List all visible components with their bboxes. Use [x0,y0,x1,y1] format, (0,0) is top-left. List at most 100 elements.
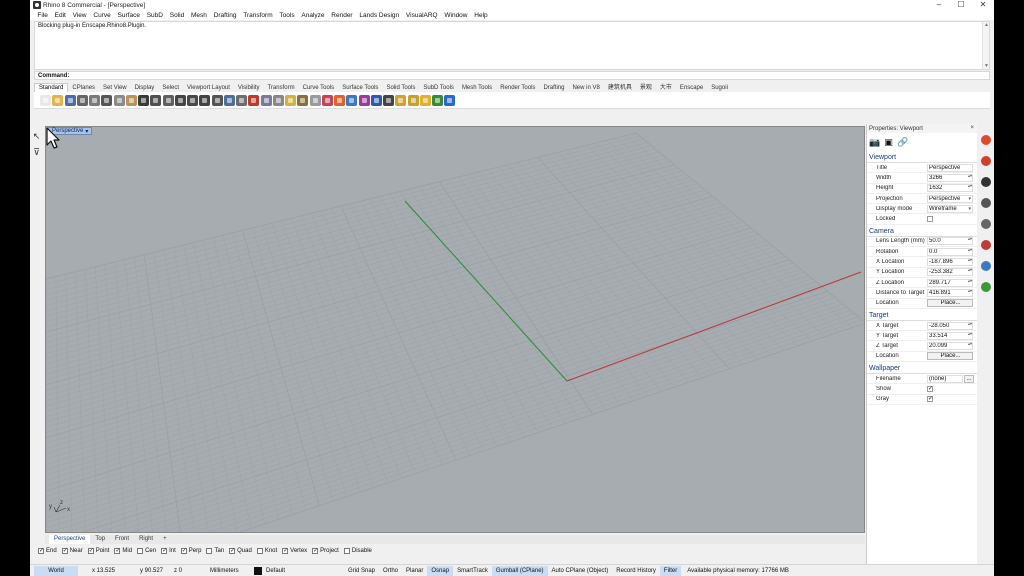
prop-value-rotation[interactable]: 0.0 [927,247,973,256]
place-button[interactable]: Place... [927,352,973,361]
units-label[interactable]: Millimeters [210,568,254,574]
frame-icon[interactable]: ▣ [883,137,894,148]
toolbar-tab-display[interactable]: Display [131,84,159,92]
filter-icon[interactable]: ⊽ [32,146,41,158]
globe-icon[interactable] [370,94,382,106]
close-window-button[interactable]: ✕ [972,0,994,10]
toolbar-tab-solid-tools[interactable]: Solid Tools [382,84,419,92]
toggle-gumball-cplane[interactable]: Gumball (CPlane) [491,565,548,576]
menu-solid[interactable]: Solid [166,12,187,19]
libraries-panel-icon[interactable] [981,219,991,229]
toggle-record-history[interactable]: Record History [612,566,660,576]
toggle-planar[interactable]: Planar [402,566,427,576]
cut-icon[interactable] [101,94,113,106]
prop-value-projection[interactable]: Perspective [927,194,973,203]
rotate-view-icon[interactable] [162,94,174,106]
osnap-near[interactable]: ✓ Near [61,548,83,554]
osnap-checkbox[interactable] [343,548,350,554]
set-cplane-icon[interactable] [236,94,247,106]
osnap-mid[interactable]: ✓ Mid [114,548,132,554]
four-viewports-icon[interactable] [223,94,235,106]
menu-view[interactable]: View [69,12,90,19]
prop-value-width[interactable]: 3266 [927,173,973,182]
close-panel-icon[interactable]: × [970,125,974,131]
prop-value-height[interactable]: 1632 [927,184,973,193]
viewport-tab-right[interactable]: Right [134,535,158,544]
prop-value-x-location[interactable]: -187.896 [927,258,973,267]
minimize-button[interactable]: – [928,0,950,10]
prop-value-z-target[interactable]: 20.099 [927,342,973,351]
menu-file[interactable]: File [34,12,51,19]
menu-curve[interactable]: Curve [90,12,114,19]
toolbar-tab-16[interactable]: 建筑机具 [604,81,636,92]
menu-mesh[interactable]: Mesh [188,12,211,19]
pan-icon[interactable] [150,94,162,106]
open-icon[interactable] [52,94,64,106]
new-icon[interactable] [40,94,51,106]
materials-panel-icon[interactable] [981,156,991,166]
osnap-checkbox[interactable]: ✓ [229,548,235,554]
prop-value-display-mode[interactable]: Wireframe [927,204,973,213]
osnap-end[interactable]: ✓ End [38,548,57,554]
toolbar-tab-curve-tools[interactable]: Curve Tools [299,84,339,92]
viewport-tab-front[interactable]: Front [110,535,134,544]
osnap-checkbox[interactable]: ✓ [161,548,167,554]
toolbar-tab-render-tools[interactable]: Render Tools [496,84,539,92]
menu-subd[interactable]: SubD [143,12,166,19]
prop-value-y-target[interactable]: 33.514 [927,331,973,340]
options-icon[interactable] [383,94,394,106]
grasshopper-icon[interactable] [432,94,443,106]
display-panel-icon[interactable] [981,177,991,187]
chevron-down-icon[interactable]: ▾ [85,128,88,135]
menu-drafting[interactable]: Drafting [210,12,240,19]
paste-icon[interactable] [125,94,137,106]
prop-value-z-location[interactable]: 289.717 [927,278,973,287]
osnap-checkbox[interactable] [206,548,213,554]
toolbar-tab-set-view[interactable]: Set View [99,84,131,92]
command-line[interactable]: Command: [34,71,990,80]
prop-value-lens-length-mm[interactable]: 50.0 [927,237,973,246]
layer-color-swatch[interactable] [254,566,262,575]
menu-surface[interactable]: Surface [114,12,143,19]
osnap-point[interactable]: ✓ Point [87,548,109,554]
prop-value-y-location[interactable]: -253.382 [927,268,973,277]
help-icon[interactable] [444,94,456,106]
lightbulb-icon[interactable] [285,94,296,106]
zoom-window-icon[interactable] [187,94,198,106]
menu-visualarq[interactable]: VisualARQ [403,12,441,19]
environment-panel-icon[interactable] [981,261,991,271]
command-history[interactable]: Blocking plug-in Enscape.Rhino8.Plugin. … [34,21,990,70]
zoom-extents-icon[interactable] [199,94,211,106]
menu-analyze[interactable]: Analyze [298,12,328,19]
print-icon[interactable] [76,94,88,106]
osnap-checkbox[interactable]: ✓ [312,548,318,554]
menu-lands-design[interactable]: Lands Design [356,12,403,19]
undo-icon[interactable] [138,94,149,106]
perspective-viewport[interactable]: Perspective ▾ yzx [45,126,865,533]
toggle-ortho[interactable]: Ortho [379,566,402,576]
osnap-knot[interactable]: Knot [256,548,277,554]
toolbar-tab-17[interactable]: 景观 [636,81,656,92]
osnap-disable[interactable]: Disable [343,548,372,554]
zoom-selected-icon[interactable] [211,94,223,106]
osnap-vertex[interactable]: ✓ Vertex [282,548,307,554]
toolbar-tab-standard[interactable]: Standard [34,83,69,92]
menu-help[interactable]: Help [471,12,491,19]
toolbar-tab-transform[interactable]: Transform [263,84,298,92]
sun-icon[interactable] [419,94,431,106]
browse-button[interactable]: ... [964,374,974,383]
place-button[interactable]: Place... [927,299,973,308]
viewport-tab-top[interactable]: Top [90,535,110,544]
target-icon[interactable] [272,94,284,106]
osnap-checkbox[interactable]: ✓ [180,548,187,554]
camera-icon[interactable]: 📷 [869,137,880,148]
osnap-quad[interactable]: ✓ Quad [229,548,252,554]
prop-value-x-target[interactable]: -28.050 [927,321,973,330]
brush-icon[interactable] [407,94,419,106]
prop-value-distance-to-target[interactable]: 416.891 [927,288,973,297]
toolbar-tab-sugoii[interactable]: Sugoii [707,84,732,92]
menu-edit[interactable]: Edit [51,12,69,19]
menu-window[interactable]: Window [441,12,471,19]
osnap-int[interactable]: ✓ Int [161,548,176,554]
osnap-checkbox[interactable]: ✓ [61,548,68,554]
